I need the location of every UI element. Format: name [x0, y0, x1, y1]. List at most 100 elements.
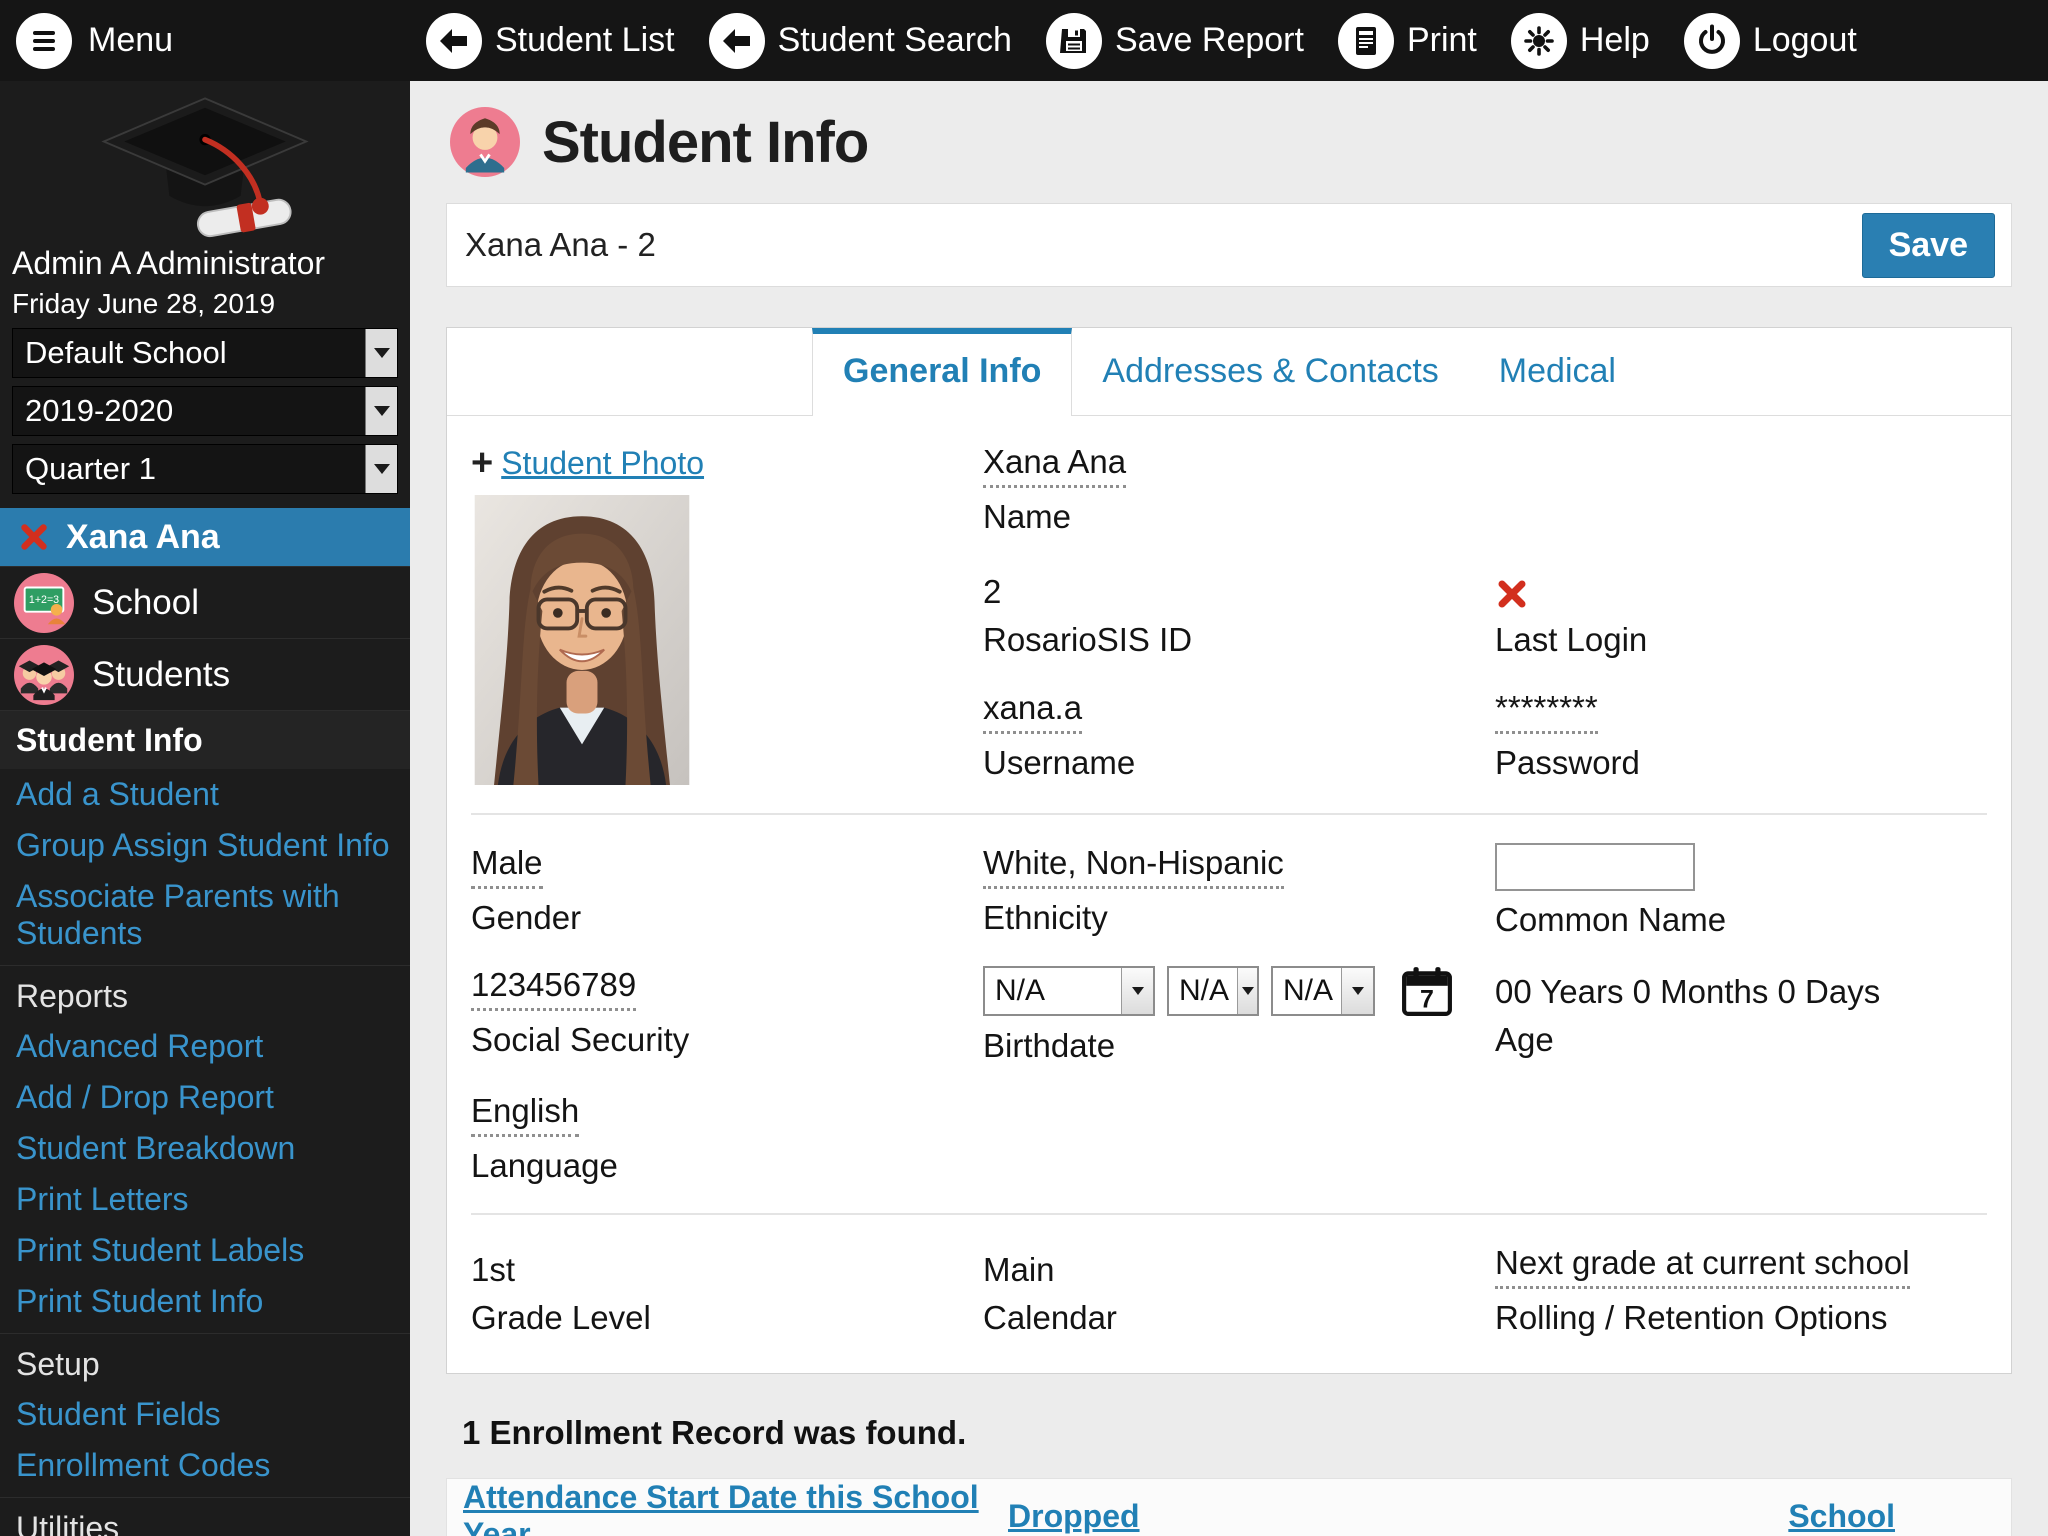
enrollment-table-header: Attendance Start Date this School Year D… [446, 1478, 2012, 1536]
sidebar-module-school[interactable]: 1+2=3 School [0, 566, 410, 638]
rolling-retention-label: Rolling / Retention Options [1495, 1299, 1987, 1337]
field-age: 00 Years 0 Months 0 Days Age [1495, 965, 1987, 1065]
sidebar-item-associate-parents[interactable]: Associate Parents with Students [0, 871, 410, 959]
school-select[interactable]: Default School [12, 328, 398, 378]
topbar-item-label: Help [1580, 21, 1650, 60]
field-name: Xana Ana Name [983, 442, 1495, 539]
birth-day-value: N/A [1179, 974, 1229, 1008]
menu-button[interactable]: Menu [0, 13, 410, 69]
arrow-left-icon [709, 13, 765, 69]
sidebar-item-print-student-info[interactable]: Print Student Info [0, 1276, 410, 1327]
birth-year-value: N/A [1283, 974, 1333, 1008]
grade-level-value: 1st [471, 1251, 515, 1289]
sidebar-item-add-drop-report[interactable]: Add / Drop Report [0, 1072, 410, 1123]
chevron-down-icon [365, 387, 397, 435]
hamburger-menu-icon[interactable] [16, 13, 72, 69]
topbar-item-label: Logout [1753, 21, 1857, 60]
rosario-id-label: RosarioSIS ID [983, 621, 1495, 659]
selected-student-row[interactable]: Xana Ana [0, 508, 410, 566]
topbar-item-print[interactable]: Print [1338, 13, 1477, 69]
topbar: Menu Student List Student Search [0, 0, 2048, 81]
tab-bar: General Info Addresses & Contacts Medica… [447, 328, 2011, 416]
save-button[interactable]: Save [1862, 213, 1995, 278]
password-label: Password [1495, 744, 1987, 782]
rolling-retention-value[interactable]: Next grade at current school [1495, 1244, 1910, 1289]
tab-medical[interactable]: Medical [1469, 328, 1646, 415]
username-label: Username [983, 744, 1495, 782]
enrollment-column-school[interactable]: School [1788, 1498, 1995, 1535]
field-last-login: Last Login [1495, 565, 1987, 662]
sidebar-section-reports: Reports [0, 965, 410, 1021]
help-icon [1511, 13, 1567, 69]
sidebar-section-utilities: Utilities [0, 1497, 410, 1536]
last-login-label: Last Login [1495, 621, 1987, 659]
gender-value[interactable]: Male [471, 844, 543, 889]
password-value[interactable]: ******** [1495, 689, 1598, 734]
topbar-item-logout[interactable]: Logout [1684, 13, 1857, 69]
svg-text:7: 7 [1420, 986, 1434, 1014]
sidebar-item-student-breakdown[interactable]: Student Breakdown [0, 1123, 410, 1174]
rosario-id-value: 2 [983, 573, 1001, 611]
language-label: Language [471, 1147, 983, 1185]
field-common-name: Common Name [1495, 843, 1987, 939]
field-calendar: Main Calendar [983, 1243, 1495, 1337]
enrollment-found-text: 1 Enrollment Record was found. [446, 1414, 2012, 1452]
birth-day-select[interactable]: N/A [1167, 966, 1259, 1016]
birthdate-label: Birthdate [983, 1027, 1495, 1065]
hamburger-glyph [27, 24, 61, 58]
add-student-photo-link[interactable]: + Student Photo [471, 442, 983, 485]
field-username: xana.a Username [983, 688, 1495, 785]
tab-general-info[interactable]: General Info [812, 328, 1072, 416]
field-language: English Language [471, 1091, 983, 1185]
sidebar-item-add-a-student[interactable]: Add a Student [0, 769, 410, 820]
sidebar-module-label: School [92, 583, 199, 623]
field-birthdate: N/A N/A N/A [983, 965, 1495, 1065]
topbar-item-student-search[interactable]: Student Search [709, 13, 1012, 69]
name-value[interactable]: Xana Ana [983, 443, 1126, 488]
chevron-down-icon [1237, 968, 1257, 1014]
topbar-item-help[interactable]: Help [1511, 13, 1650, 69]
name-label: Name [983, 498, 1495, 536]
deselect-student-x-icon[interactable] [18, 521, 50, 553]
sidebar-item-label: Student Info [16, 722, 203, 758]
page-title: Student Info [542, 109, 868, 176]
age-label: Age [1495, 1021, 1987, 1059]
topbar-item-label: Student List [495, 21, 675, 60]
identity-section: + Student Photo [471, 442, 1987, 785]
chevron-down-icon [1121, 968, 1153, 1014]
tab-addresses-contacts[interactable]: Addresses & Contacts [1072, 328, 1468, 415]
sidebar-item-student-info[interactable]: Student Info [0, 710, 410, 769]
enrollment-column-dropped[interactable]: Dropped [1008, 1498, 1788, 1535]
topbar-item-student-list[interactable]: Student List [426, 13, 675, 69]
school-select-value: Default School [13, 335, 365, 371]
field-rolling-retention: Next grade at current school Rolling / R… [1495, 1243, 1987, 1337]
topbar-item-save-report[interactable]: Save Report [1046, 13, 1304, 69]
sidebar-item-group-assign-student-info[interactable]: Group Assign Student Info [0, 820, 410, 871]
student-photo [471, 495, 693, 785]
sidebar-item-student-fields[interactable]: Student Fields [0, 1389, 410, 1440]
enrollment-column-attendance-start[interactable]: Attendance Start Date this School Year [463, 1479, 1008, 1536]
calendar-label: Calendar [983, 1299, 1495, 1337]
sidebar-item-advanced-report[interactable]: Advanced Report [0, 1021, 410, 1072]
sidebar-module-students[interactable]: Students [0, 638, 410, 710]
language-value[interactable]: English [471, 1092, 579, 1137]
school-year-select[interactable]: 2019-2020 [12, 386, 398, 436]
demographics-section: Male Gender White, Non-Hispanic Ethnicit… [471, 843, 1987, 1185]
username-value[interactable]: xana.a [983, 689, 1082, 734]
birth-month-select[interactable]: N/A [983, 966, 1155, 1016]
general-info-body: + Student Photo [447, 416, 2011, 1373]
sidebar-item-enrollment-codes[interactable]: Enrollment Codes [0, 1440, 410, 1491]
student-info-panel: General Info Addresses & Contacts Medica… [446, 327, 2012, 1374]
birth-year-select[interactable]: N/A [1271, 966, 1375, 1016]
sidebar-item-print-student-labels[interactable]: Print Student Labels [0, 1225, 410, 1276]
common-name-input[interactable] [1495, 843, 1695, 891]
sidebar-item-print-letters[interactable]: Print Letters [0, 1174, 410, 1225]
ethnicity-value[interactable]: White, Non-Hispanic [983, 844, 1284, 889]
social-security-value[interactable]: 123456789 [471, 966, 636, 1011]
term-select[interactable]: Quarter 1 [12, 444, 398, 494]
topbar-nav: Student List Student Search [426, 13, 1857, 69]
student-info-icon [450, 107, 520, 177]
calendar-picker-icon[interactable]: 7 [1401, 965, 1453, 1017]
student-bar-name: Xana Ana - 2 [465, 226, 656, 264]
current-date: Friday June 28, 2019 [0, 282, 410, 320]
